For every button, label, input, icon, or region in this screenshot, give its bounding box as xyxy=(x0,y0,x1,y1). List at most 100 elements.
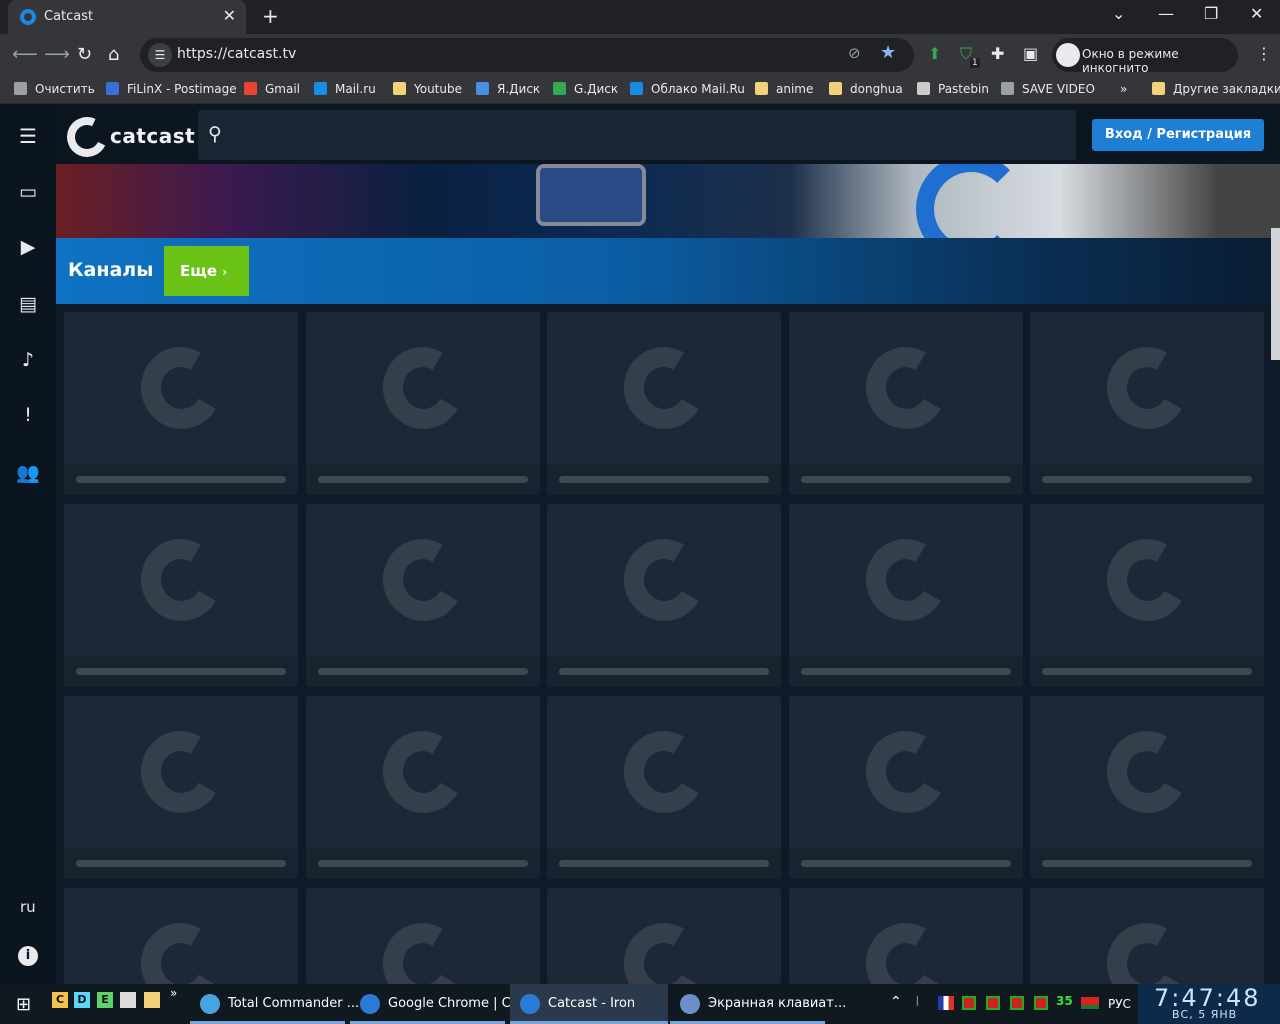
channel-card[interactable] xyxy=(547,888,781,984)
browser-tab[interactable]: Catcast ✕ xyxy=(8,0,246,34)
quick-launch-c[interactable]: C xyxy=(52,992,68,1008)
windows-start-icon[interactable]: ⊞ xyxy=(16,994,31,1015)
quick-launch-more[interactable]: » xyxy=(170,986,177,1000)
channel-card[interactable] xyxy=(789,312,1023,495)
channel-card[interactable] xyxy=(1030,696,1264,879)
page-scrollbar[interactable] xyxy=(1271,228,1280,360)
channel-card[interactable] xyxy=(64,504,298,687)
channel-card[interactable] xyxy=(306,696,540,879)
bookmark-2[interactable]: Gmail xyxy=(244,82,300,96)
restore-button[interactable]: ❐ xyxy=(1204,4,1218,23)
channel-card[interactable] xyxy=(789,504,1023,687)
quick-launch-d[interactable]: D xyxy=(74,992,90,1008)
channel-card[interactable] xyxy=(64,888,298,984)
tab-search-icon[interactable]: ⌄ xyxy=(1112,4,1125,23)
extensions-puzzle-icon[interactable]: ✚ xyxy=(991,44,1004,63)
folder-icon[interactable] xyxy=(144,992,160,1008)
tray-app-icon[interactable] xyxy=(1010,996,1024,1010)
bookmark-10[interactable]: Pastebin xyxy=(917,82,989,96)
channel-card[interactable] xyxy=(1030,312,1264,495)
language-switcher[interactable]: ru xyxy=(20,898,36,916)
bookmark-5[interactable]: Я.Диск xyxy=(476,82,540,96)
update-arrow-icon[interactable]: ⬆ xyxy=(928,44,941,63)
bookmark-4[interactable]: Youtube xyxy=(393,82,462,96)
notepad-icon[interactable] xyxy=(120,992,136,1008)
forward-icon[interactable]: ⟶ xyxy=(44,44,70,65)
login-register-button[interactable]: Вход / Регистрация xyxy=(1092,119,1264,151)
bookmark-3[interactable]: Mail.ru xyxy=(314,82,376,96)
tray-app-icon[interactable] xyxy=(962,996,976,1010)
new-tab-button[interactable]: + xyxy=(262,4,279,28)
card-title-placeholder xyxy=(801,860,1011,867)
bookmark-9[interactable]: donghua xyxy=(829,82,903,96)
bookmark-6[interactable]: G.Диск xyxy=(553,82,618,96)
channel-card[interactable] xyxy=(1030,504,1264,687)
taskbar-task[interactable]: Экранная клавиат... xyxy=(670,984,846,1024)
flag-icon[interactable] xyxy=(938,996,954,1010)
menu-kebab-icon[interactable]: ⋮ xyxy=(1256,44,1272,63)
incognito-indicator[interactable]: Окно в режиме инкогнито xyxy=(1052,38,1238,75)
site-search-input[interactable]: ⚲ xyxy=(198,110,1076,160)
tv-icon[interactable]: ▭ xyxy=(16,181,40,205)
channel-card[interactable] xyxy=(789,888,1023,984)
logo-text[interactable]: catcast xyxy=(110,124,195,148)
tracking-blocked-icon[interactable]: ⊘ xyxy=(848,44,861,62)
card-thumbnail-placeholder xyxy=(547,696,781,848)
taskbar-clock[interactable]: 7:47:48 ВС, 5 ЯНВ xyxy=(1138,984,1280,1024)
reload-icon[interactable]: ↻ xyxy=(77,44,92,65)
bookmark-star-icon[interactable]: ★ xyxy=(880,42,896,63)
tray-app-icon[interactable] xyxy=(986,996,1000,1010)
taskbar-task[interactable]: Catcast - Iron xyxy=(510,984,668,1024)
tray-counter[interactable]: 35 xyxy=(1056,994,1073,1008)
bookmarks-overflow-button[interactable]: » xyxy=(1120,82,1127,96)
channel-card[interactable] xyxy=(306,504,540,687)
bookmark-7[interactable]: Облако Mail.Ru xyxy=(630,82,745,96)
url-text[interactable]: https://catcast.tv xyxy=(177,46,296,62)
site-info-icon[interactable]: ☰ xyxy=(148,43,172,67)
tray-expand-icon[interactable]: ⌃ xyxy=(890,994,902,1010)
folder-icon xyxy=(829,82,842,95)
taskbar-task[interactable]: Google Chrome | C... xyxy=(350,984,523,1024)
hamburger-menu-icon[interactable]: ☰ xyxy=(16,124,40,148)
belarus-flag-icon[interactable] xyxy=(1081,997,1099,1009)
channel-card[interactable] xyxy=(64,312,298,495)
incognito-label: Окно в режиме инкогнито xyxy=(1082,47,1179,75)
close-window-button[interactable]: ✕ xyxy=(1250,4,1263,23)
tab-close-icon[interactable]: ✕ xyxy=(223,6,236,25)
more-button[interactable]: Еще › xyxy=(164,246,249,296)
video-playlist-icon[interactable]: ▶ xyxy=(16,236,40,260)
back-icon[interactable]: ⟵ xyxy=(12,44,38,65)
bookmark-11[interactable]: SAVE VIDEO xyxy=(1001,82,1095,96)
channel-card[interactable] xyxy=(789,696,1023,879)
channel-card[interactable] xyxy=(1030,888,1264,984)
pastebin-icon xyxy=(917,82,930,95)
bookmark-1[interactable]: FiLinX - Postimage xyxy=(106,82,237,96)
paperclip-icon[interactable]: ⦚ xyxy=(916,995,919,1010)
other-bookmarks[interactable]: Другие закладки xyxy=(1152,82,1280,96)
radio-icon[interactable]: ▤ xyxy=(16,293,40,317)
music-note-icon[interactable]: ♪ xyxy=(16,349,40,373)
people-icon[interactable]: 👥 xyxy=(16,461,40,485)
home-icon[interactable]: ⌂ xyxy=(108,44,119,65)
quick-launch-e[interactable]: E xyxy=(97,992,113,1008)
tray-app-icon[interactable] xyxy=(1034,996,1048,1010)
channel-card[interactable] xyxy=(547,696,781,879)
card-title-placeholder xyxy=(559,476,769,483)
channel-card[interactable] xyxy=(547,312,781,495)
bookmark-8[interactable]: anime xyxy=(755,82,813,96)
feedback-icon[interactable]: ! xyxy=(16,404,40,428)
bookmark-0[interactable]: Очистить xyxy=(14,82,95,96)
search-icon[interactable]: ⚲ xyxy=(208,123,222,145)
task-label: Google Chrome | C... xyxy=(388,996,524,1011)
channel-card[interactable] xyxy=(547,504,781,687)
catcast-placeholder-icon xyxy=(1097,530,1197,630)
address-bar[interactable]: ☰ https://catcast.tv ⊘ ★ xyxy=(140,38,914,72)
channel-card[interactable] xyxy=(306,312,540,495)
channel-card[interactable] xyxy=(306,888,540,984)
input-language[interactable]: РУС xyxy=(1108,997,1131,1011)
taskbar-task[interactable]: Total Commander ... xyxy=(190,984,359,1024)
channel-card[interactable] xyxy=(64,696,298,879)
minimize-button[interactable]: — xyxy=(1158,4,1174,23)
side-panel-icon[interactable]: ▣ xyxy=(1023,44,1038,63)
info-icon[interactable]: i xyxy=(18,946,38,966)
